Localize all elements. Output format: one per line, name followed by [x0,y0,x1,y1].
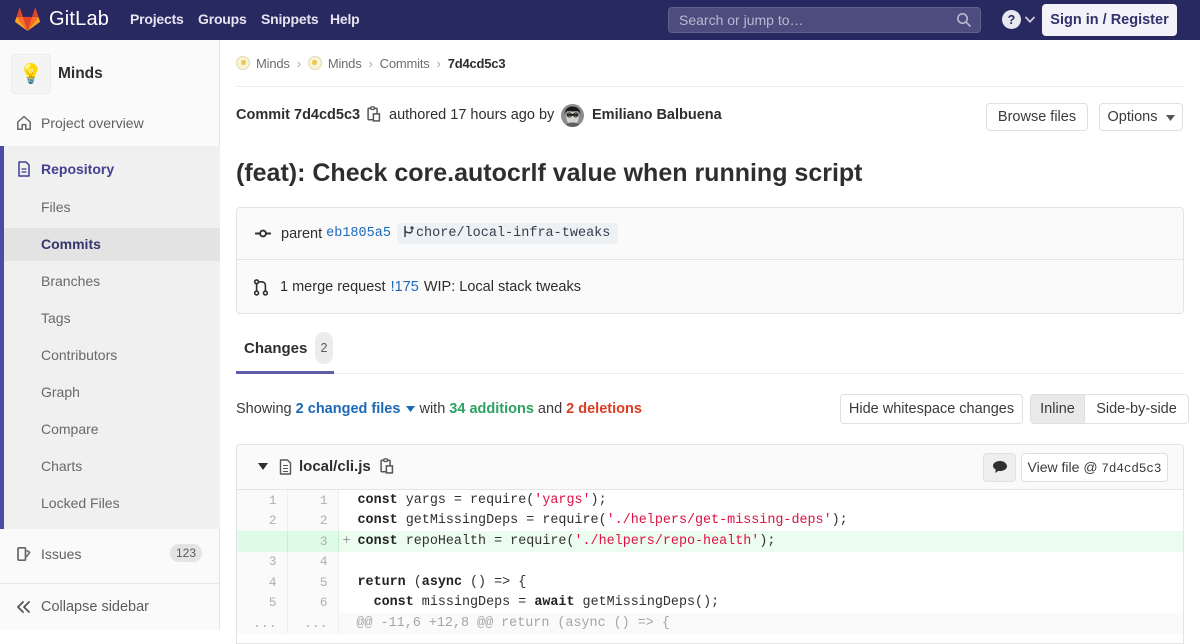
svg-text:?: ? [1008,13,1016,27]
